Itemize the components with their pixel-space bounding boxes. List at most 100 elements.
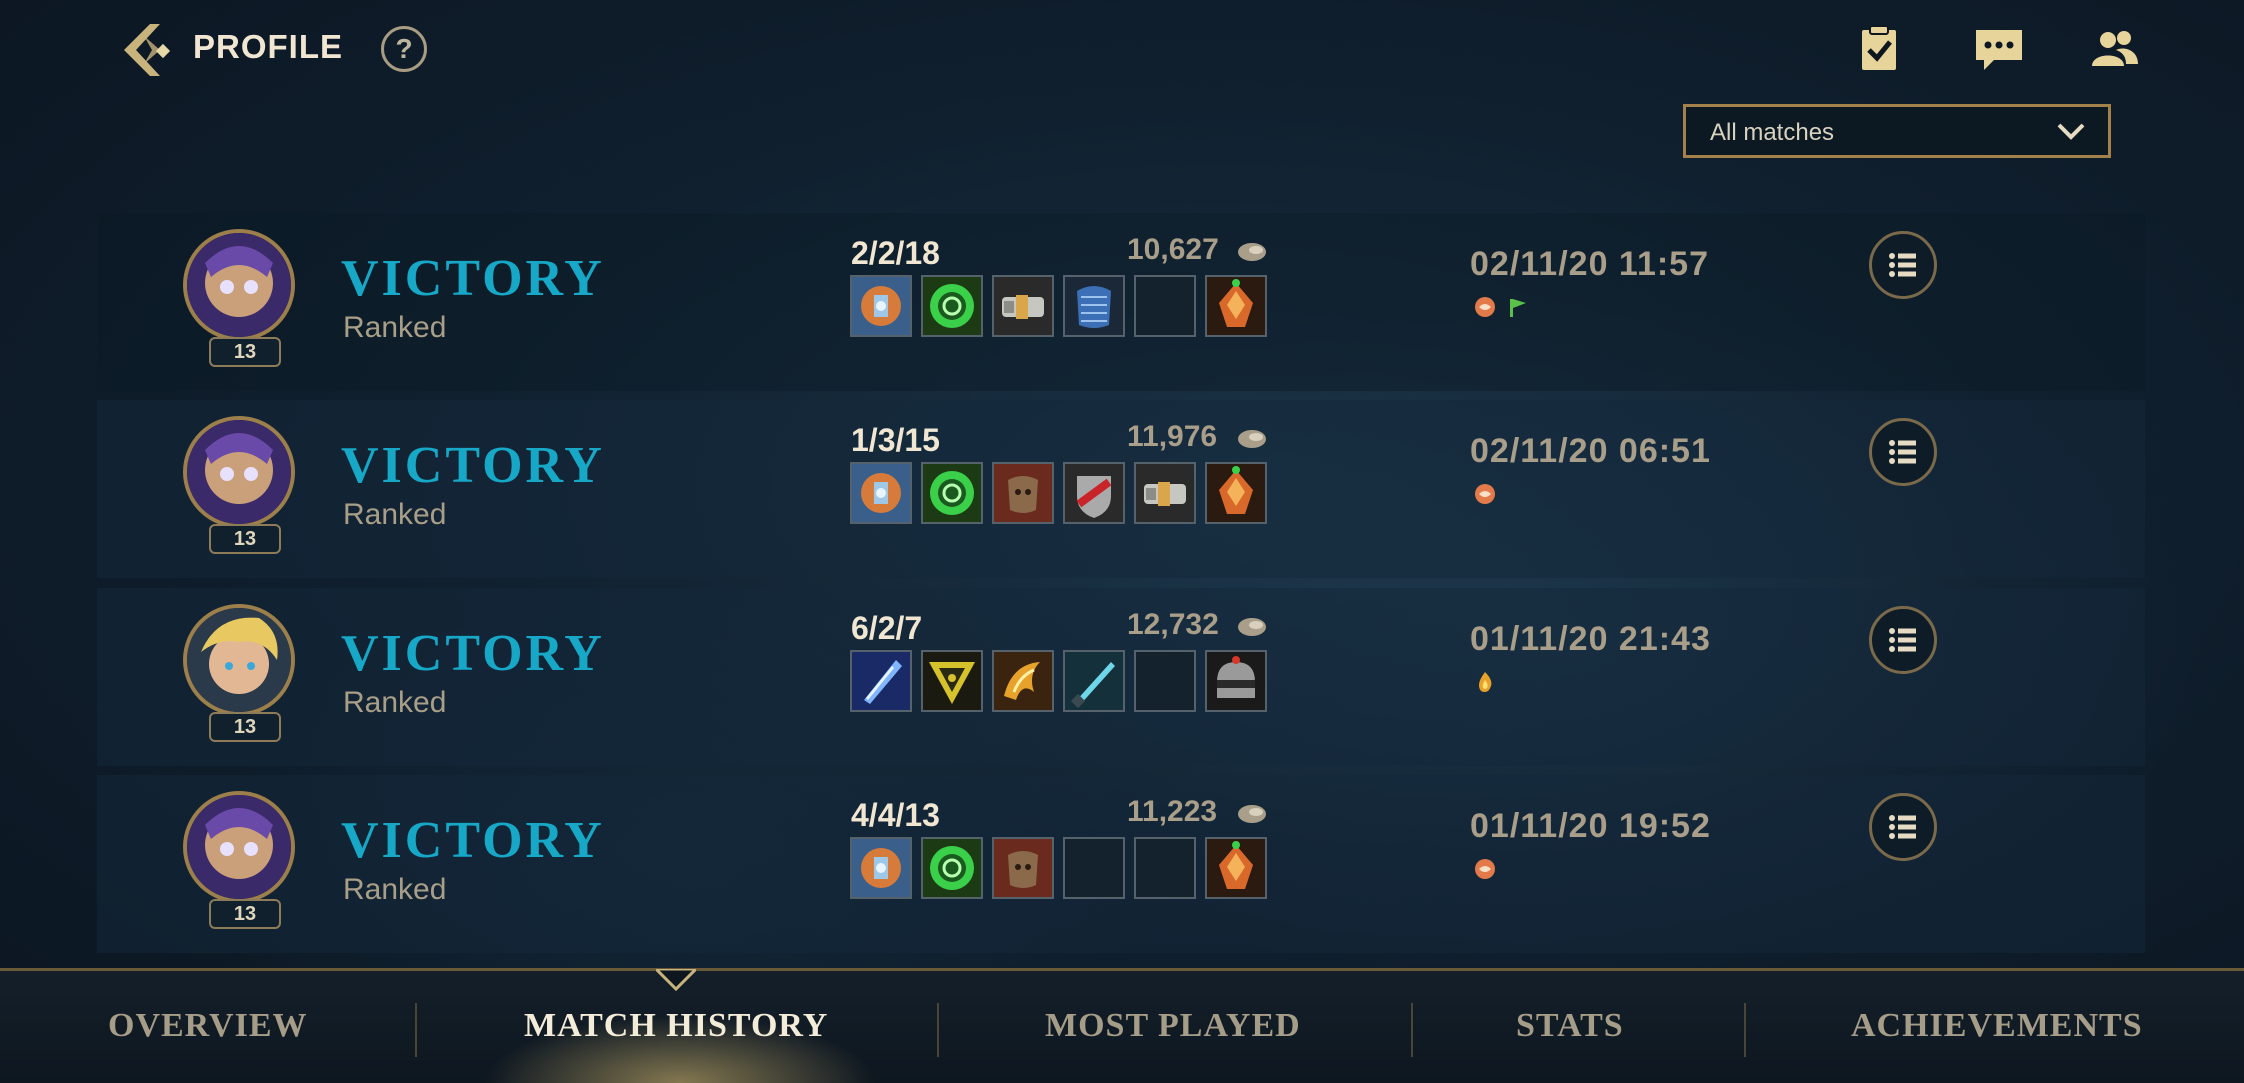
profile-tab-bar: OVERVIEW MATCH HISTORY MOST PLAYED STATS… — [0, 968, 2244, 1083]
champion-portrait-icon — [187, 233, 291, 337]
match-badges — [1473, 857, 1497, 881]
tab-divider — [415, 1003, 417, 1057]
gold-earned: 11,976 — [1127, 420, 1218, 453]
match-result: VICTORY — [341, 437, 605, 494]
kda-score: 6/2/7 — [851, 610, 923, 646]
champion-portrait-icon — [187, 795, 291, 899]
tab-achievements[interactable]: ACHIEVEMENTS — [1851, 1007, 2143, 1045]
silver-gauntlet-item-icon — [994, 277, 1052, 335]
match-row[interactable]: 13 VICTORY Ranked 2/2/18 10,627 02/11/20… — [97, 213, 2145, 391]
filter-selected-value: All matches — [1710, 119, 1835, 146]
champion-avatar[interactable] — [183, 229, 295, 341]
tab-stats[interactable]: STATS — [1516, 1007, 1624, 1045]
kda-score: 4/4/13 — [851, 797, 940, 833]
cyan-sword-item-icon — [1065, 652, 1123, 710]
chat-icon[interactable] — [1972, 24, 2026, 74]
item-slot[interactable] — [850, 462, 912, 524]
match-row[interactable]: 13 VICTORY Ranked 6/2/7 12,732 01/11/20 … — [97, 588, 2145, 766]
item-slot[interactable] — [992, 837, 1054, 899]
kda-score: 1/3/15 — [851, 422, 940, 458]
item-slot[interactable] — [1063, 650, 1125, 712]
item-slot[interactable] — [1134, 837, 1196, 899]
silver-gauntlet-item-icon — [1136, 464, 1194, 522]
item-slot[interactable] — [1063, 275, 1125, 337]
item-slot[interactable] — [1063, 462, 1125, 524]
item-build — [850, 275, 1267, 337]
item-slot[interactable] — [992, 650, 1054, 712]
item-slot[interactable] — [1205, 837, 1267, 899]
item-slot[interactable] — [850, 650, 912, 712]
champion-avatar[interactable] — [183, 416, 295, 528]
item-slot[interactable] — [921, 837, 983, 899]
champion-avatar[interactable] — [183, 604, 295, 716]
match-result: VICTORY — [341, 625, 605, 682]
match-row[interactable]: 13 VICTORY Ranked 1/3/15 11,976 02/11/20… — [97, 400, 2145, 578]
mvp-badge-icon — [1475, 484, 1495, 504]
gold-coin-icon — [1238, 430, 1266, 448]
orange-blue-item-icon — [852, 464, 910, 522]
champion-portrait-icon — [187, 608, 291, 712]
tab-divider — [1744, 1003, 1746, 1057]
fire-badge-icon — [1479, 672, 1492, 692]
item-slot[interactable] — [1063, 837, 1125, 899]
gold-earned: 11,223 — [1127, 795, 1218, 828]
match-date: 02/11/20 06:51 — [1470, 432, 1711, 470]
back-button[interactable] — [118, 20, 178, 80]
orange-ward-item-icon — [1207, 277, 1265, 335]
match-filter-dropdown[interactable]: All matches — [1683, 104, 2111, 158]
green-ring-item-icon — [923, 277, 981, 335]
match-badges — [1473, 482, 1497, 506]
item-slot[interactable] — [992, 462, 1054, 524]
queue-type: Ranked — [343, 873, 447, 906]
empty-slot-icon — [1136, 652, 1194, 710]
help-button[interactable]: ? — [381, 26, 427, 72]
missions-icon[interactable] — [1856, 24, 1910, 74]
gold-earned: 12,732 — [1127, 608, 1219, 641]
match-result: VICTORY — [341, 250, 605, 307]
item-slot[interactable] — [992, 275, 1054, 337]
queue-type: Ranked — [343, 498, 447, 531]
item-slot[interactable] — [1205, 275, 1267, 337]
match-details-button[interactable] — [1869, 231, 1937, 299]
list-icon — [1889, 440, 1916, 464]
match-row[interactable]: 13 VICTORY Ranked 4/4/13 11,223 01/11/20… — [97, 775, 2145, 953]
item-slot[interactable] — [1205, 462, 1267, 524]
match-details-button[interactable] — [1869, 793, 1937, 861]
gold-coin-icon — [1238, 243, 1266, 261]
match-date: 01/11/20 21:43 — [1470, 620, 1711, 658]
gold-coin-icon — [1238, 805, 1266, 823]
item-slot[interactable] — [850, 837, 912, 899]
champion-avatar[interactable] — [183, 791, 295, 903]
friends-icon[interactable] — [2088, 24, 2142, 74]
tab-most-played[interactable]: MOST PLAYED — [1045, 1007, 1301, 1045]
brown-armor-item-icon — [994, 839, 1052, 897]
item-slot[interactable] — [921, 275, 983, 337]
match-date: 02/11/20 11:57 — [1470, 245, 1710, 283]
tab-match-history[interactable]: MATCH HISTORY — [524, 1007, 828, 1045]
item-build — [850, 462, 1267, 524]
item-slot[interactable] — [921, 650, 983, 712]
item-slot[interactable] — [1134, 462, 1196, 524]
orange-ward-item-icon — [1207, 839, 1265, 897]
match-badges — [1473, 295, 1529, 319]
match-details-button[interactable] — [1869, 606, 1937, 674]
blue-blade-item-icon — [852, 652, 910, 710]
brown-armor-item-icon — [994, 464, 1052, 522]
match-details-button[interactable] — [1869, 418, 1937, 486]
active-tab-marker-icon — [656, 969, 696, 991]
item-slot[interactable] — [1205, 650, 1267, 712]
orange-blue-item-icon — [852, 839, 910, 897]
tab-overview[interactable]: OVERVIEW — [108, 1007, 308, 1045]
red-shield-item-icon — [1065, 464, 1123, 522]
item-build — [850, 837, 1267, 899]
mastery-level-badge: 13 — [209, 337, 281, 367]
empty-slot-icon — [1065, 839, 1123, 897]
item-slot[interactable] — [850, 275, 912, 337]
gold-earned: 10,627 — [1127, 233, 1219, 266]
item-slot[interactable] — [1134, 275, 1196, 337]
empty-slot-icon — [1136, 839, 1194, 897]
item-slot[interactable] — [1134, 650, 1196, 712]
mastery-level-badge: 13 — [209, 524, 281, 554]
tab-divider — [937, 1003, 939, 1057]
item-slot[interactable] — [921, 462, 983, 524]
